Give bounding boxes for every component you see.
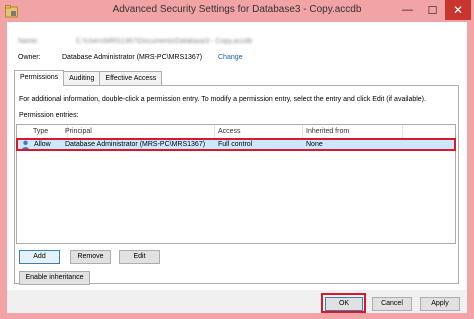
minimize-button[interactable]: — bbox=[395, 0, 420, 20]
user-icon bbox=[21, 140, 30, 150]
change-owner-link[interactable]: Change bbox=[218, 54, 243, 61]
cancel-button[interactable]: Cancel bbox=[372, 297, 412, 311]
row-type: Allow bbox=[34, 141, 51, 148]
ok-button[interactable]: OK bbox=[325, 297, 363, 311]
column-header-inherited-from[interactable]: Inherited from bbox=[303, 125, 403, 139]
security-settings-window: Advanced Security Settings for Database3… bbox=[0, 0, 474, 319]
row-inherited-from: None bbox=[306, 141, 323, 148]
name-label: Name: bbox=[18, 38, 39, 45]
close-button[interactable]: ✕ bbox=[445, 0, 471, 20]
add-button[interactable]: Add bbox=[19, 250, 60, 264]
permission-entries-list[interactable]: Type Principal Access Inherited from All… bbox=[16, 124, 456, 244]
tab-effective-access[interactable]: Effective Access bbox=[99, 71, 163, 85]
tab-auditing[interactable]: Auditing bbox=[63, 71, 101, 85]
edit-button[interactable]: Edit bbox=[119, 250, 160, 264]
table-row[interactable]: Allow Database Administrator (MRS-PC\MRS… bbox=[17, 139, 455, 151]
permissions-info-text: For additional information, double-click… bbox=[19, 96, 426, 103]
owner-value: Database Administrator (MRS-PC\MRS1367) bbox=[62, 54, 203, 61]
remove-button[interactable]: Remove bbox=[70, 250, 111, 264]
maximize-button[interactable]: ☐ bbox=[420, 0, 445, 20]
tab-permissions[interactable]: Permissions bbox=[14, 70, 65, 86]
apply-button[interactable]: Apply bbox=[420, 297, 460, 311]
title-bar[interactable]: Advanced Security Settings for Database3… bbox=[0, 0, 474, 22]
row-access: Full control bbox=[218, 141, 253, 148]
tab-strip: Permissions Auditing Effective Access bbox=[14, 70, 163, 86]
column-header-access[interactable]: Access bbox=[215, 125, 303, 139]
column-header-principal[interactable]: Principal bbox=[62, 125, 215, 139]
permission-entries-label: Permission entries: bbox=[19, 112, 79, 119]
owner-label: Owner: bbox=[18, 54, 41, 61]
object-name-value: C:\Users\MRS1367\Documents\Database3 - C… bbox=[76, 38, 253, 45]
enable-inheritance-button[interactable]: Enable inheritance bbox=[19, 271, 90, 285]
list-header: Type Principal Access Inherited from bbox=[17, 125, 455, 139]
row-principal: Database Administrator (MRS-PC\MRS1367) bbox=[65, 141, 206, 148]
